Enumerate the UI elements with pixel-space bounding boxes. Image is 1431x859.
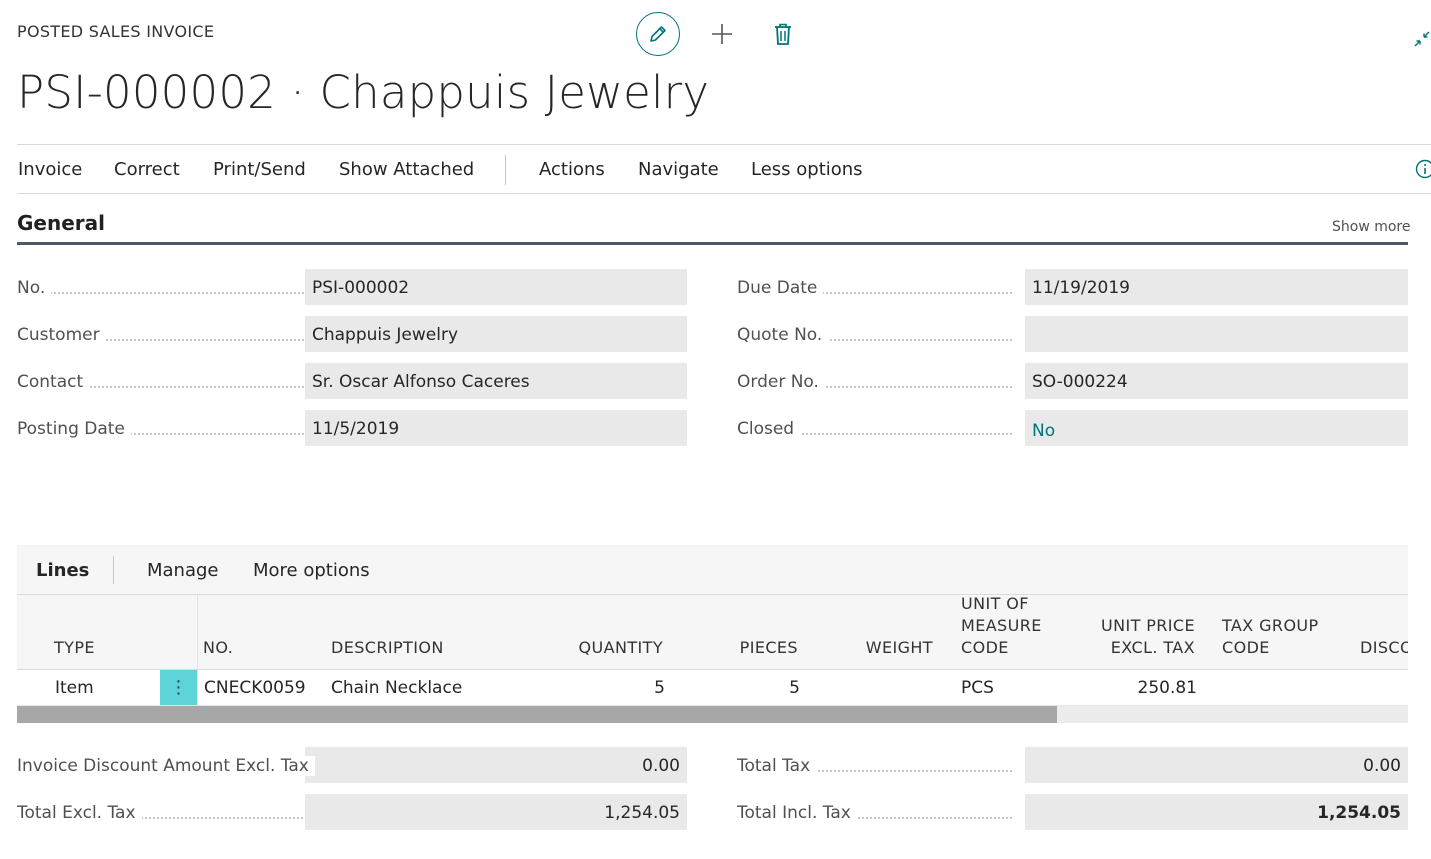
action-bar-divider xyxy=(505,155,506,185)
tab-more-options[interactable]: More options xyxy=(253,560,370,581)
lines-toolbar: Lines Manage More options xyxy=(17,545,1408,595)
closed-value[interactable]: No xyxy=(1025,410,1408,446)
cell-description[interactable]: Chain Necklace xyxy=(331,678,462,698)
horizontal-scrollbar[interactable] xyxy=(17,706,1408,723)
action-bar: Invoice Correct Print/Send Show Attached… xyxy=(17,144,1431,194)
cell-unit-price[interactable]: 250.81 xyxy=(1087,678,1197,698)
invoice-discount-value[interactable]: 0.00 xyxy=(305,747,687,783)
field-label: Quote No. xyxy=(737,325,829,345)
col-header-unit-price-line2: EXCL. TAX xyxy=(1110,638,1195,657)
field-label: No. xyxy=(17,278,52,298)
no-value[interactable]: PSI-000002 xyxy=(305,269,687,305)
action-show-attached[interactable]: Show Attached xyxy=(339,159,474,180)
field-label: Invoice Discount Amount Excl. Tax xyxy=(17,756,315,776)
cell-uom[interactable]: PCS xyxy=(961,678,994,698)
field-no: No. PSI-000002 xyxy=(17,269,687,305)
total-tax-value: 0.00 xyxy=(1025,747,1408,783)
col-header-discount[interactable]: DISCO xyxy=(1360,637,1408,659)
delete-button[interactable] xyxy=(770,16,796,52)
field-invoice-discount: Invoice Discount Amount Excl. Tax 0.00 xyxy=(17,747,687,783)
field-label: Total Tax xyxy=(737,756,817,776)
lines-grid: TYPE NO. DESCRIPTION QUANTITY PIECES WEI… xyxy=(17,594,1408,723)
field-posting-date: Posting Date 11/5/2019 xyxy=(17,410,687,446)
col-header-uom-line2: MEASURE xyxy=(961,616,1042,635)
vertical-ellipsis-icon: ⋮ xyxy=(169,676,188,698)
col-header-pieces[interactable]: PIECES xyxy=(707,637,798,659)
col-header-uom-line3: CODE xyxy=(961,638,1009,657)
field-label: Closed xyxy=(737,419,801,439)
total-excl-tax-value: 1,254.05 xyxy=(305,794,687,830)
section-title-general[interactable]: General xyxy=(17,211,105,235)
page-title: PSI-000002 · Chappuis Jewelry xyxy=(17,66,710,119)
field-leader xyxy=(47,292,307,294)
col-header-type[interactable]: TYPE xyxy=(54,637,95,659)
trash-icon xyxy=(775,23,791,45)
due-date-value[interactable]: 11/19/2019 xyxy=(1025,269,1408,305)
field-label: Total Incl. Tax xyxy=(737,803,857,823)
cell-quantity[interactable]: 5 xyxy=(577,678,665,698)
table-row[interactable]: Item ⋮ CNECK0059 Chain Necklace 5 5 PCS … xyxy=(17,670,1408,706)
grid-header-row: TYPE NO. DESCRIPTION QUANTITY PIECES WEI… xyxy=(17,594,1408,670)
pencil-icon xyxy=(650,26,666,42)
top-actions xyxy=(636,12,796,56)
field-order-no: Order No. SO-000224 xyxy=(737,363,1408,399)
tab-manage[interactable]: Manage xyxy=(147,560,219,581)
field-label: Order No. xyxy=(737,372,825,392)
field-customer: Customer Chappuis Jewelry xyxy=(17,316,687,352)
col-header-uom-line1: UNIT OF xyxy=(961,594,1029,613)
field-label: Posting Date xyxy=(17,419,131,439)
contact-value[interactable]: Sr. Oscar Alfonso Caceres xyxy=(305,363,687,399)
cell-no[interactable]: CNECK0059 xyxy=(204,678,306,698)
collapse-arrows-icon xyxy=(1414,31,1430,47)
cell-pieces[interactable]: 5 xyxy=(717,678,800,698)
field-closed: Closed No xyxy=(737,410,1408,446)
col-header-weight[interactable]: WEIGHT xyxy=(837,637,933,659)
plus-icon xyxy=(712,24,732,44)
field-label: Total Excl. Tax xyxy=(17,803,142,823)
info-icon[interactable] xyxy=(1415,159,1431,179)
section-divider xyxy=(17,242,1408,245)
field-due-date: Due Date 11/19/2019 xyxy=(737,269,1408,305)
posting-date-value[interactable]: 11/5/2019 xyxy=(305,410,687,446)
field-leader xyxy=(767,433,1012,435)
page-kind-label: POSTED SALES INVOICE xyxy=(17,22,215,41)
field-quote-no: Quote No. xyxy=(737,316,1408,352)
cell-type[interactable]: Item xyxy=(55,678,94,698)
row-menu-button[interactable]: ⋮ xyxy=(160,670,197,705)
field-total-incl-tax: Total Incl. Tax 1,254.05 xyxy=(737,794,1408,830)
order-no-value[interactable]: SO-000224 xyxy=(1025,363,1408,399)
show-more-link[interactable]: Show more xyxy=(1332,219,1411,235)
action-print-send[interactable]: Print/Send xyxy=(213,159,306,180)
total-incl-tax-value: 1,254.05 xyxy=(1025,794,1408,830)
col-header-tax-group-line2: CODE xyxy=(1222,638,1270,657)
field-leader xyxy=(117,817,307,819)
field-label: Due Date xyxy=(737,278,824,298)
edit-button[interactable] xyxy=(636,12,680,56)
lines-toolbar-divider xyxy=(113,556,114,584)
col-header-description[interactable]: DESCRIPTION xyxy=(331,637,444,659)
action-correct[interactable]: Correct xyxy=(114,159,180,180)
field-total-excl-tax: Total Excl. Tax 1,254.05 xyxy=(17,794,687,830)
lines-part: Lines Manage More options TYPE NO. DESCR… xyxy=(17,545,1408,723)
col-header-unit-price-line1: UNIT PRICE xyxy=(1100,616,1195,635)
new-button[interactable] xyxy=(704,16,740,52)
tab-lines[interactable]: Lines xyxy=(36,560,89,581)
field-label: Contact xyxy=(17,372,90,392)
col-header-quantity[interactable]: QUANTITY xyxy=(547,637,663,659)
customer-value[interactable]: Chappuis Jewelry xyxy=(305,316,687,352)
field-total-tax: Total Tax 0.00 xyxy=(737,747,1408,783)
field-contact: Contact Sr. Oscar Alfonso Caceres xyxy=(17,363,687,399)
action-actions[interactable]: Actions xyxy=(539,159,605,180)
col-header-no[interactable]: NO. xyxy=(203,637,233,659)
column-divider xyxy=(197,595,198,706)
action-navigate[interactable]: Navigate xyxy=(638,159,719,180)
quote-no-value[interactable] xyxy=(1025,316,1408,352)
col-header-tax-group-line1: TAX GROUP xyxy=(1222,616,1319,635)
field-label: Customer xyxy=(17,325,106,345)
collapse-button[interactable] xyxy=(1413,28,1431,48)
action-invoice[interactable]: Invoice xyxy=(18,159,82,180)
scrollbar-thumb[interactable] xyxy=(17,706,1057,723)
action-less-options[interactable]: Less options xyxy=(751,159,863,180)
